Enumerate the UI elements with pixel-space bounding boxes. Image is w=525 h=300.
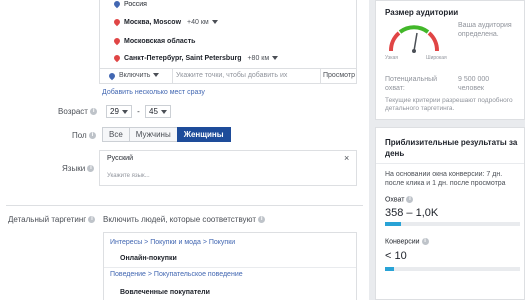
chevron-down-icon xyxy=(272,56,279,61)
age-label: Возраст i xyxy=(58,107,98,116)
languages-label: Языки i xyxy=(62,164,95,173)
estimates-description: На основании окна конверсии: 7 дн. после… xyxy=(385,171,506,187)
pin-red-icon xyxy=(112,36,122,46)
gender-all-button[interactable]: Все xyxy=(102,127,130,142)
language-search-input[interactable]: Укажите язык... xyxy=(107,173,150,179)
reach-label: Охват i xyxy=(385,196,414,203)
browse-button[interactable]: Просмотр xyxy=(320,69,355,83)
location-item: Московская область xyxy=(112,36,195,46)
audience-size-card: Размер аудитории Узкая Широкая Ваша ауди… xyxy=(375,0,525,120)
pin-red-icon xyxy=(112,17,122,27)
reach-value: 358 – 1,0K xyxy=(385,207,439,219)
gauge-pivot xyxy=(412,49,416,53)
gender-selector: Все Мужчины Женщины xyxy=(102,127,231,142)
estimates-title: Приблизительные результаты за день xyxy=(385,138,518,158)
audience-gauge xyxy=(389,25,439,53)
conversions-label: Конверсии i xyxy=(385,238,429,245)
gauge-low-segment xyxy=(389,31,401,52)
age-range: 29 - 45 xyxy=(106,105,171,118)
detailed-targeting-label: Детальный таргетинг i xyxy=(8,215,96,224)
pin-blue-icon xyxy=(112,0,122,9)
gender-female-button[interactable]: Женщины xyxy=(176,127,231,142)
languages-box: Русский × Укажите язык... xyxy=(99,150,357,186)
detailed-targeting-description: Включить людей, которые соответствуют i xyxy=(103,215,266,224)
targeting-path: Интересы > Покупки и мода > Покупки xyxy=(110,239,236,246)
info-icon[interactable]: i xyxy=(421,238,429,245)
audience-note: Текущие критерии разрешают подробного де… xyxy=(385,97,513,112)
targeting-item: Вовлеченные покупатели xyxy=(120,289,210,296)
chevron-down-icon xyxy=(121,109,128,114)
conversions-bar-fill xyxy=(385,267,395,271)
pin-red-icon xyxy=(112,53,122,63)
potential-reach-value: 9 500 000 человек xyxy=(458,76,490,92)
radius-select[interactable]: +80 км xyxy=(247,55,279,62)
info-icon[interactable]: i xyxy=(87,165,95,173)
gender-label: Пол i xyxy=(72,131,96,140)
info-icon[interactable]: i xyxy=(88,216,96,224)
targeting-path: Поведение > Покупательское поведение xyxy=(110,271,243,278)
gauge-high-segment xyxy=(427,31,439,52)
chevron-down-icon xyxy=(160,109,167,114)
gauge-low-label: Узкая xyxy=(385,55,398,61)
language-tag: Русский xyxy=(107,155,133,162)
estimated-results-card: Приблизительные результаты за день На ос… xyxy=(375,127,525,300)
info-icon[interactable]: i xyxy=(406,196,414,203)
gauge-high-label: Широкая xyxy=(426,55,447,61)
location-search-input[interactable]: Укажите точки, чтобы добавить их xyxy=(172,69,332,83)
estimates-divider xyxy=(376,163,524,164)
audience-status: Ваша аудитория определена. xyxy=(458,22,512,38)
location-input-bar: Включить Укажите точки, чтобы добавить и… xyxy=(100,68,356,83)
radius-select[interactable]: +40 км xyxy=(187,19,218,26)
conversions-value: < 10 xyxy=(385,250,407,262)
remove-language-icon[interactable]: × xyxy=(344,153,349,163)
targeting-item: Онлайн-покупки xyxy=(120,255,177,262)
section-divider xyxy=(6,205,363,206)
age-to-select[interactable]: 45 xyxy=(145,105,171,118)
bulk-add-locations-link[interactable]: Добавить несколько мест сразу xyxy=(102,89,205,96)
conversions-bar xyxy=(385,267,520,271)
location-item: Санкт-Петербург, Saint Petersburg +80 км xyxy=(112,53,279,63)
audience-title: Размер аудитории xyxy=(385,8,459,17)
info-icon[interactable]: i xyxy=(258,216,266,224)
pin-blue-icon xyxy=(107,71,117,81)
chevron-down-icon xyxy=(153,73,160,78)
location-item: Россия xyxy=(112,0,147,9)
reach-bar-fill xyxy=(385,222,402,226)
include-dropdown[interactable]: Включить xyxy=(119,69,160,83)
gender-male-button[interactable]: Мужчины xyxy=(128,127,178,142)
gauge-mid-segment xyxy=(398,25,430,34)
gauge-needle xyxy=(413,32,418,52)
group-divider xyxy=(104,267,356,268)
age-from-select[interactable]: 29 xyxy=(106,105,132,118)
detailed-targeting-box: Интересы > Покупки и мода > Покупки Онла… xyxy=(103,232,357,300)
info-icon[interactable]: i xyxy=(90,108,98,116)
info-icon[interactable]: i xyxy=(88,132,96,140)
potential-reach-label: Потенциальный охват: xyxy=(385,76,438,92)
location-item: Москва, Moscow +40 км xyxy=(112,17,218,27)
reach-bar xyxy=(385,222,520,226)
chevron-down-icon xyxy=(211,20,218,25)
